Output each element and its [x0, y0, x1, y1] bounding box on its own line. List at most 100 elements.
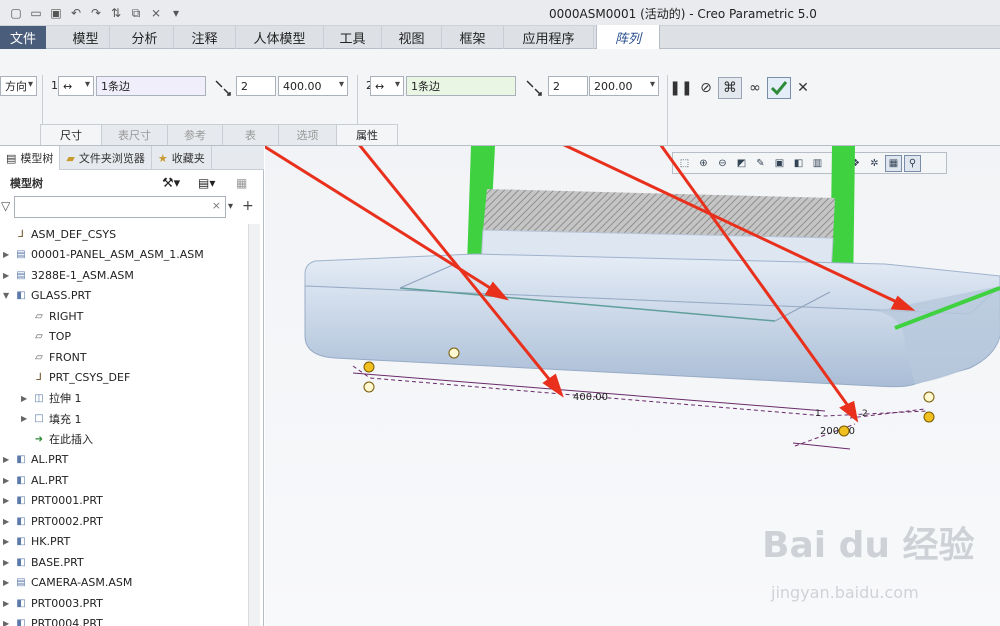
tree-item[interactable]: ▶ ◧ PRT0001.PRT [0, 491, 248, 512]
tree-item[interactable]: ▶ ◧ AL.PRT [0, 450, 248, 471]
subtab-table[interactable]: 表 [222, 124, 279, 145]
expand-arrow-icon[interactable]: ▶ [3, 271, 9, 280]
tab-applications[interactable]: 应用程序 [504, 26, 594, 49]
dim-1-label: 1 [815, 409, 821, 419]
tree-item[interactable]: ▼ ◧ GLASS.PRT [0, 286, 248, 307]
direction-1-count[interactable]: 2 [236, 76, 276, 96]
subtab-properties[interactable]: 属性 [336, 124, 398, 145]
glasses-preview-icon[interactable]: ∞ [743, 77, 767, 99]
clear-search-icon[interactable]: × [212, 199, 221, 212]
tab-folder-browser[interactable]: ▰ 文件夹浏览器 [60, 146, 152, 170]
tree-item-label: BASE.PRT [31, 555, 84, 569]
save-icon[interactable]: ▣ [48, 5, 64, 21]
direction-2-count[interactable]: 2 [548, 76, 588, 96]
expand-arrow-icon[interactable]: ▶ [3, 517, 9, 526]
tree-item[interactable]: ▱ TOP [0, 327, 248, 348]
verify-preview-icon[interactable]: ⌘ [718, 77, 742, 99]
tree-item[interactable]: ▱ FRONT [0, 347, 248, 368]
tree-item-label: CAMERA-ASM.ASM [31, 576, 133, 590]
expand-arrow-icon[interactable]: ▶ [3, 619, 9, 626]
direction-1-spacing[interactable]: 400.00 [278, 76, 348, 96]
redo-icon[interactable]: ↷ [88, 5, 104, 21]
open-folder-icon[interactable]: ▭ [28, 5, 44, 21]
subtab-references[interactable]: 参考 [167, 124, 223, 145]
tree-item[interactable]: ▶ ◧ PRT0003.PRT [0, 593, 248, 614]
settings-tools-icon[interactable]: ⚒▾ [162, 176, 180, 191]
direction-1-flip-select[interactable]: ↔ [58, 76, 94, 96]
expand-arrow-icon[interactable]: ▶ [3, 250, 9, 259]
filter-icon[interactable]: ▽ [1, 199, 10, 213]
tab-pattern[interactable]: 阵列 [596, 25, 660, 50]
tree-item[interactable]: ▶ ▤ 3288E-1_ASM.ASM [0, 265, 248, 286]
undo-icon[interactable]: ↶ [68, 5, 84, 21]
expand-arrow-icon[interactable]: ▶ [3, 496, 9, 505]
expand-arrow-icon[interactable]: ▶ [3, 558, 9, 567]
insert-arrow-icon: ➜ [34, 433, 44, 445]
part-icon: ◧ [16, 474, 26, 486]
tree-item[interactable]: ▶ ◧ PRT0004.PRT [0, 614, 248, 626]
tree-item[interactable]: ▶ ◧ AL.PRT [0, 470, 248, 491]
add-filter-icon[interactable]: + [242, 198, 254, 214]
confirm-icon[interactable] [767, 77, 791, 99]
tree-item[interactable]: ⅃ ASM_DEF_CSYS [0, 224, 248, 245]
extrude-icon: ◫ [34, 392, 44, 404]
tree-item[interactable]: ▶ ◫ 拉伸 1 [0, 388, 248, 409]
expand-arrow-icon[interactable]: ▶ [21, 394, 27, 403]
subtab-dimensions[interactable]: 尺寸 [40, 124, 102, 145]
tree-scrollbar[interactable] [248, 224, 260, 626]
tab-favorites[interactable]: ★ 收藏夹 [152, 146, 212, 170]
direction-2-spacing[interactable]: 200.00 [589, 76, 659, 96]
tab-model[interactable]: 模型 [62, 26, 110, 49]
tree-item-label: ASM_DEF_CSYS [31, 227, 117, 241]
subtab-options[interactable]: 选项 [278, 124, 337, 145]
tree-item[interactable]: ▱ RIGHT [0, 306, 248, 327]
tree-item-label: 3288E-1_ASM.ASM [31, 268, 134, 282]
tree-item[interactable]: ▶ □ 填充 1 [0, 409, 248, 430]
tree-item[interactable]: ▶ ◧ BASE.PRT [0, 552, 248, 573]
tree-columns-icon[interactable]: ▦ [236, 176, 247, 190]
tab-file[interactable]: 文件 [0, 26, 46, 49]
direction-2-flip-icon[interactable] [522, 77, 546, 99]
expand-arrow-icon[interactable]: ▶ [3, 578, 9, 587]
tab-view[interactable]: 视图 [382, 26, 442, 49]
direction-1-flip-icon[interactable] [211, 77, 235, 99]
tree-item[interactable]: ▶ ◧ HK.PRT [0, 532, 248, 553]
expand-arrow-icon[interactable]: ▶ [3, 476, 9, 485]
direction-2-reference[interactable]: 1条边 [406, 76, 516, 96]
tree-item[interactable]: ▶ ◧ PRT0002.PRT [0, 511, 248, 532]
tree-item[interactable]: ▶ ▤ CAMERA-ASM.ASM [0, 573, 248, 594]
tab-model-tree[interactable]: ▤ 模型树 [0, 146, 61, 170]
tab-framework[interactable]: 框架 [442, 26, 504, 49]
expand-arrow-icon[interactable]: ▶ [3, 599, 9, 608]
folder-icon: ▰ [66, 151, 75, 165]
direction-2-flip-select[interactable]: ↔ [370, 76, 404, 96]
windows-icon[interactable]: ⧉ [128, 5, 144, 21]
tab-analysis[interactable]: 分析 [116, 26, 174, 49]
regenerate-icon[interactable]: ⇅ [108, 5, 124, 21]
expand-arrow-icon[interactable]: ▶ [3, 455, 9, 464]
expand-arrow-icon[interactable]: ▼ [3, 291, 9, 300]
expand-arrow-icon[interactable]: ▶ [3, 537, 9, 546]
expand-arrow-icon[interactable]: ▶ [21, 414, 27, 423]
tree-search-input[interactable]: × [14, 196, 226, 218]
direction-1-reference[interactable]: 1条边 [96, 76, 206, 96]
search-dropdown-icon[interactable]: ▾ [228, 201, 233, 212]
pause-icon[interactable]: ❚❚ [669, 77, 693, 99]
tree-item-label: GLASS.PRT [31, 289, 92, 303]
subtab-table-dimensions[interactable]: 表尺寸 [101, 124, 168, 145]
tree-item[interactable]: ⅃ PRT_CSYS_DEF [0, 368, 248, 389]
tree-item[interactable]: ➜ 在此插入 [0, 429, 248, 450]
cancel-icon[interactable]: ✕ [791, 77, 815, 99]
new-file-icon[interactable]: ▢ [8, 5, 24, 21]
show-list-icon[interactable]: ▤▾ [198, 176, 215, 190]
tab-annotate[interactable]: 注释 [174, 26, 236, 49]
tab-human-model[interactable]: 人体模型 [236, 26, 324, 49]
close-window-icon[interactable]: ⨯ [148, 5, 164, 21]
tree-item[interactable]: ▶ ▤ 00001-PANEL_ASM_ASM_1.ASM [0, 245, 248, 266]
tab-tools[interactable]: 工具 [324, 26, 382, 49]
dim-400-label[interactable]: 400.00 [573, 392, 608, 403]
dim-200-label[interactable]: 200.00 [820, 426, 855, 437]
pattern-type-select[interactable]: 方向 [0, 76, 37, 96]
customize-dropdown-icon[interactable]: ▾ [168, 5, 184, 21]
no-preview-icon[interactable]: ⊘ [694, 77, 718, 99]
